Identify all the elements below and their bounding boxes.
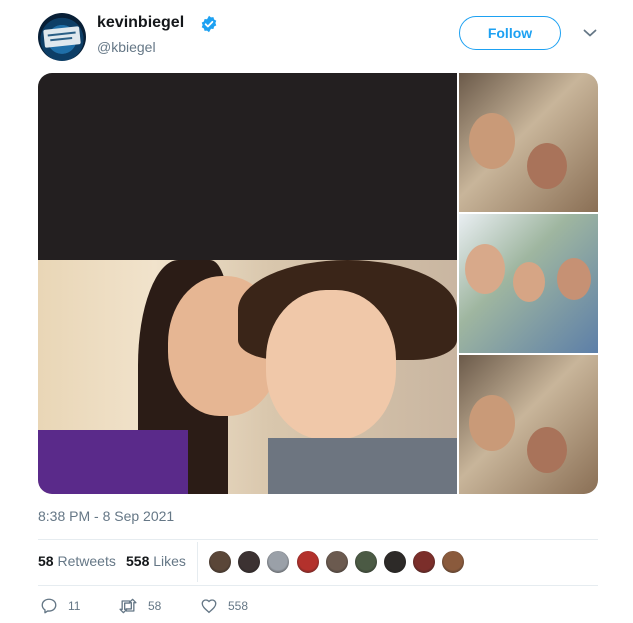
divider <box>38 585 598 586</box>
verified-badge-icon <box>201 15 217 33</box>
selfie-photo <box>38 260 457 494</box>
like-action[interactable]: 558 <box>200 597 248 615</box>
photo-person-face <box>527 143 567 189</box>
retweet-action[interactable]: 58 <box>118 597 161 615</box>
user-avatar[interactable] <box>38 13 86 61</box>
follow-button[interactable]: Follow <box>459 16 561 50</box>
likes-stat[interactable]: 558 Likes <box>126 553 186 569</box>
photo-dark-area <box>38 73 457 260</box>
divider <box>38 539 598 540</box>
liker-avatar[interactable] <box>441 550 465 574</box>
retweets-count: 58 <box>38 553 54 569</box>
retweets-stat[interactable]: 58 Retweets <box>38 553 116 569</box>
photo-person-face <box>513 262 545 302</box>
retweets-label: Retweets <box>57 553 116 569</box>
liker-avatar[interactable] <box>354 550 378 574</box>
user-handle[interactable]: @kbiegel <box>97 39 156 55</box>
reply-count: 11 <box>68 599 81 613</box>
user-display-name[interactable]: kevinbiegel <box>97 14 184 32</box>
liker-avatar[interactable] <box>208 550 232 574</box>
photo-person-shirt <box>268 438 457 494</box>
likes-count: 558 <box>126 553 150 569</box>
retweet-icon <box>119 598 137 614</box>
like-count: 558 <box>228 599 249 613</box>
side-photo-1[interactable] <box>459 73 598 212</box>
photo-person-shirt <box>38 430 188 494</box>
photo-person-face <box>465 244 505 294</box>
liker-avatar[interactable] <box>383 550 407 574</box>
tweet-timestamp[interactable]: 8:38 PM - 8 Sep 2021 <box>38 508 174 524</box>
liker-avatar[interactable] <box>296 550 320 574</box>
likes-label: Likes <box>153 553 186 569</box>
liker-avatar[interactable] <box>325 550 349 574</box>
photo-person-face <box>527 427 567 473</box>
side-photo-2[interactable] <box>459 214 598 353</box>
heart-icon <box>201 599 217 614</box>
main-photo[interactable] <box>38 73 457 494</box>
photo-person-face <box>266 290 396 440</box>
liker-avatar[interactable] <box>266 550 290 574</box>
photo-person-face <box>469 113 515 169</box>
reply-icon <box>41 598 57 614</box>
photo-person-face <box>469 395 515 451</box>
reply-action[interactable]: 11 <box>40 597 80 615</box>
liker-avatar[interactable] <box>412 550 436 574</box>
tweet-media-grid <box>38 73 598 494</box>
retweet-count: 58 <box>148 599 162 613</box>
photo-person-face <box>557 258 591 300</box>
stats-separator <box>197 542 198 582</box>
avatar-sign-icon <box>43 26 81 48</box>
chevron-down-icon[interactable] <box>583 28 597 38</box>
liker-avatar[interactable] <box>237 550 261 574</box>
side-photo-3[interactable] <box>459 355 598 494</box>
